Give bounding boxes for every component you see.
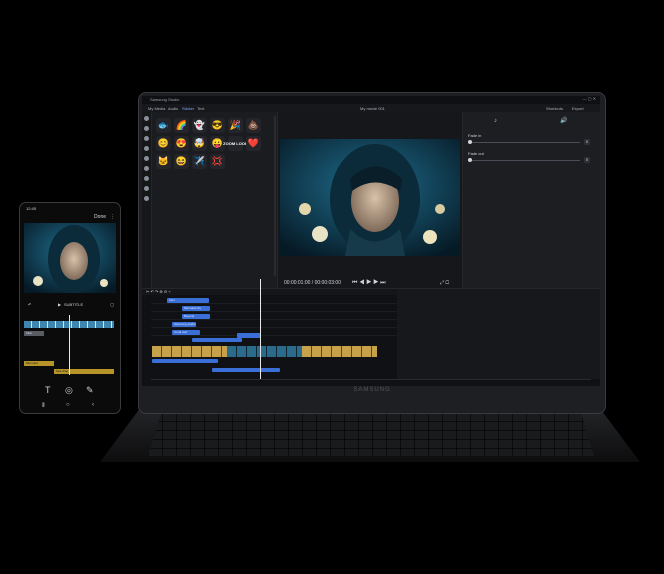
clip-label: Samsung studio <box>174 322 196 326</box>
fade-in-value[interactable]: 0 <box>584 139 590 145</box>
sticker-item[interactable]: 😍 <box>174 136 189 151</box>
laptop-keyboard <box>148 412 594 456</box>
more-icon[interactable]: ⋮ <box>110 214 115 220</box>
phone-sticker-clip[interactable]: Mermaid <box>24 361 54 366</box>
fade-in-slider[interactable] <box>468 142 580 143</box>
laptop-screen: Samsung Studio — ▢ ✕ My Media Audio Stic… <box>142 96 600 386</box>
fade-out-knob[interactable] <box>468 158 472 162</box>
sticker-scrollbar[interactable] <box>274 116 276 276</box>
sticker-item[interactable]: 👻 <box>192 118 207 133</box>
phone-clip-label: Sea drop <box>56 369 69 373</box>
phone-preview-frame <box>24 223 116 293</box>
tool-icon[interactable] <box>144 186 149 191</box>
phone-nav-back-icon[interactable]: ‹ <box>92 402 94 408</box>
text-clip[interactable]: Samsung studio <box>172 322 196 327</box>
done-button[interactable]: Done <box>94 214 106 220</box>
shortcuts-button[interactable]: Shortcuts <box>546 106 563 111</box>
tool-icon[interactable] <box>144 166 149 171</box>
volume-tab-icon[interactable]: 🔊 <box>560 118 567 124</box>
timecode: 00:00:01:00 / 00:00:03:00 <box>284 280 341 286</box>
sticker-item[interactable]: 😊 <box>156 136 171 151</box>
clip-label: Beyond <box>184 314 195 318</box>
phone-sticker-clip[interactable]: Sea drop <box>54 369 114 374</box>
video-clip[interactable] <box>302 346 377 357</box>
audio-clip[interactable] <box>152 359 218 363</box>
audio-tab-icon[interactable]: ♪ <box>494 118 497 124</box>
text-clip[interactable]: Intro <box>167 298 209 303</box>
audio-clip[interactable] <box>212 368 280 372</box>
text-clip[interactable] <box>192 338 242 342</box>
sticker-item[interactable]: 😆 <box>174 154 189 169</box>
video-clip[interactable] <box>227 346 302 357</box>
timeline-tools[interactable]: ✂ ↶ ↷ ⊕ ⊖ ⌁ <box>146 290 171 294</box>
tool-icon[interactable] <box>144 136 149 141</box>
window-controls[interactable]: — ▢ ✕ <box>583 97 596 101</box>
sticker-item[interactable]: 🤯 <box>192 136 207 151</box>
phone-time: 12:45 <box>26 206 37 211</box>
fade-out-value[interactable]: 0 <box>584 157 590 163</box>
menu-text[interactable]: Text <box>197 106 204 111</box>
phone-clip-label: Mermaid <box>26 361 38 365</box>
playhead[interactable] <box>260 279 261 379</box>
sticker-zoom-look-label: ZOOM LOOK <box>223 140 248 146</box>
sticker-item[interactable]: 🐱 <box>156 154 171 169</box>
sticker-item[interactable]: 🌈 <box>174 118 189 133</box>
phone-playhead[interactable] <box>69 315 70 375</box>
preview-video-frame <box>280 139 460 256</box>
tool-icon[interactable] <box>144 196 149 201</box>
phone-undo-icon[interactable]: ↶ <box>28 302 31 307</box>
clip-label: Intro <box>169 298 176 302</box>
properties-panel <box>462 112 600 288</box>
app-title: Samsung Studio <box>150 97 180 102</box>
tool-icon[interactable] <box>144 116 149 121</box>
timeline: ✂ ↶ ↷ ⊕ ⊖ ⌁ ▬▬●▬ Intro Mermaid city Beyo… <box>142 279 600 386</box>
export-button[interactable]: Export <box>572 106 584 111</box>
fade-out-slider[interactable] <box>468 160 580 161</box>
phone-nav-home-icon[interactable]: ○ <box>66 402 70 408</box>
fade-in-knob[interactable] <box>468 140 472 144</box>
phone-text-clip[interactable]: Intro <box>24 331 44 336</box>
clip-label: Mermaid city <box>184 306 202 310</box>
sticker-item[interactable]: 🐟 <box>156 118 171 133</box>
sticker-item[interactable]: ✈️ <box>192 154 207 169</box>
fullscreen-icon[interactable]: ⤢ ▢ <box>440 280 449 286</box>
sticker-item[interactable]: 💩 <box>246 118 261 133</box>
phone-frame: 12:45 Done ⋮ ↶ ▶ SUBTITLE ▢ Intro Mermai… <box>19 202 121 414</box>
text-clip[interactable]: Coral reef <box>172 330 200 335</box>
tool-column <box>142 112 152 288</box>
playback-controls[interactable]: ⏮ ◀ ▶ ▶ ⏭ <box>352 280 386 287</box>
phone-text-tool-icon[interactable]: T <box>45 385 51 395</box>
text-clip[interactable]: Mermaid city <box>182 306 210 311</box>
text-clip[interactable]: Beyond <box>182 314 210 319</box>
timeline-empty-area <box>397 289 600 379</box>
phone-draw-tool-icon[interactable]: ✎ <box>86 385 94 396</box>
sticker-item[interactable]: 🎉 <box>228 118 243 133</box>
phone-clip-label: Intro <box>26 331 33 335</box>
tool-icon[interactable] <box>144 176 149 181</box>
selected-clip[interactable] <box>237 333 261 338</box>
clip-label: Coral reef <box>174 330 188 334</box>
phone-subtitle-label: SUBTITLE <box>64 302 84 307</box>
sticker-item[interactable]: 💢 <box>210 154 225 169</box>
sticker-item[interactable]: ZOOM LOOK <box>223 136 248 151</box>
sticker-item[interactable]: 😎 <box>210 118 225 133</box>
video-clip[interactable] <box>152 346 227 357</box>
phone-play-icon[interactable]: ▶ <box>58 302 61 307</box>
sticker-item[interactable]: ❤️ <box>246 136 261 151</box>
phone-nav-recent-icon[interactable]: ⦀ <box>42 403 45 410</box>
phone-fullscreen-icon[interactable]: ▢ <box>110 302 114 307</box>
timeline-ruler <box>151 379 591 380</box>
menu-audio[interactable]: Audio <box>168 106 178 111</box>
tool-icon[interactable] <box>144 126 149 131</box>
fade-out-label: Fade out <box>468 151 484 156</box>
tool-icon[interactable] <box>144 146 149 151</box>
menu-sticker[interactable]: Sticker <box>182 106 194 111</box>
tool-icon[interactable] <box>144 156 149 161</box>
menu-my-media[interactable]: My Media <box>148 106 165 111</box>
fade-in-label: Fade in <box>468 133 482 138</box>
project-title: My movie 001 <box>360 106 385 111</box>
phone-sticker-tool-icon[interactable]: ◎ <box>65 385 73 396</box>
laptop-brand: SAMSUNG <box>353 387 391 393</box>
